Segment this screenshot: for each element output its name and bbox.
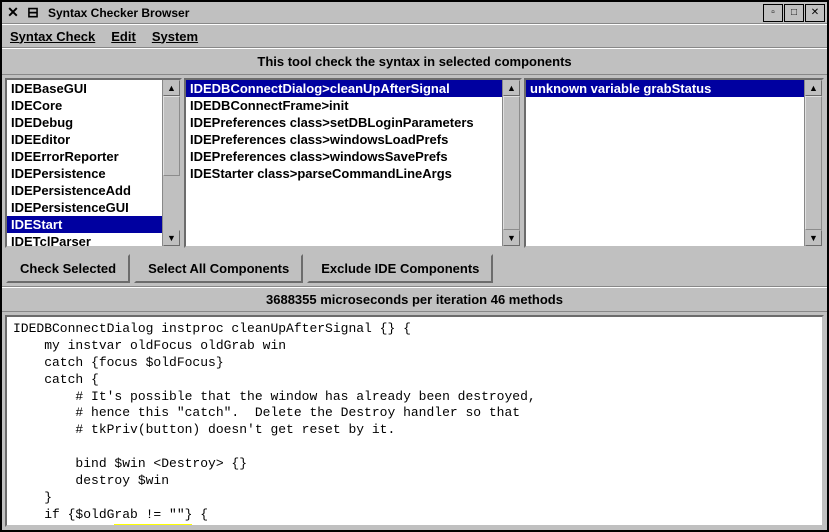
code-line: catch {focus $oldFocus} <box>13 355 224 370</box>
list-item[interactable]: IDEPersistence <box>7 165 162 182</box>
scroll-down-icon[interactable]: ▼ <box>503 230 520 246</box>
list-item[interactable]: IDEPreferences class>windowsLoadPrefs <box>186 131 502 148</box>
list-item[interactable]: IDEPreferences class>windowsSavePrefs <box>186 148 502 165</box>
highlighted-variable: grabStatus <box>114 524 192 527</box>
list-item[interactable]: IDETclParser <box>7 233 162 246</box>
scroll-thumb[interactable] <box>163 96 180 176</box>
list-item[interactable]: IDEEditor <box>7 131 162 148</box>
menu-syntax-check[interactable]: Syntax Check <box>10 29 95 44</box>
scroll-up-icon[interactable]: ▲ <box>805 80 822 96</box>
errors-listbox[interactable]: unknown variable grabStatus ▲ ▼ <box>524 78 824 248</box>
code-line: IDEDBConnectDialog instproc cleanUpAfter… <box>13 321 411 336</box>
list-item[interactable]: IDEStart <box>7 216 162 233</box>
list-item[interactable]: IDEPersistenceAdd <box>7 182 162 199</box>
code-line: if {$ <box>13 524 114 527</box>
close-button[interactable]: ✕ <box>805 4 825 22</box>
code-line: } <box>13 490 52 505</box>
three-column-area: IDEBaseGUI IDECore IDEDebug IDEEditor ID… <box>2 75 827 251</box>
select-all-button[interactable]: Select All Components <box>134 254 303 283</box>
header-label: This tool check the syntax in selected c… <box>2 48 827 75</box>
list-item[interactable]: IDEPreferences class>setDBLoginParameter… <box>186 114 502 131</box>
scroll-thumb[interactable] <box>805 96 822 230</box>
scrollbar[interactable]: ▲ ▼ <box>162 80 180 246</box>
minimize-button[interactable]: ▫ <box>763 4 783 22</box>
code-viewer[interactable]: IDEDBConnectDialog instproc cleanUpAfter… <box>5 315 824 527</box>
scroll-up-icon[interactable]: ▲ <box>163 80 180 96</box>
scrollbar[interactable]: ▲ ▼ <box>804 80 822 246</box>
code-line: if {$oldGrab != ""} { <box>13 507 208 522</box>
list-item[interactable]: unknown variable grabStatus <box>526 80 804 97</box>
exclude-ide-button[interactable]: Exclude IDE Components <box>307 254 493 283</box>
code-line: # hence this "catch". Delete the Destroy… <box>13 405 520 420</box>
code-line: my instvar oldFocus oldGrab win <box>13 338 286 353</box>
code-line: == "global"} { <box>192 524 309 527</box>
button-bar: Check Selected Select All Components Exc… <box>2 251 827 287</box>
list-item[interactable]: IDECore <box>7 97 162 114</box>
list-item[interactable]: IDEStarter class>parseCommandLineArgs <box>186 165 502 182</box>
list-item[interactable]: IDEDebug <box>7 114 162 131</box>
status-label: 3688355 microseconds per iteration 46 me… <box>2 287 827 312</box>
pin-icon[interactable]: ⊟ <box>24 4 42 22</box>
menu-system[interactable]: System <box>152 29 198 44</box>
list-item[interactable]: IDEDBConnectFrame>init <box>186 97 502 114</box>
titlebar: ✕ ⊟ Syntax Checker Browser ▫ □ ✕ <box>2 2 827 24</box>
window-title: Syntax Checker Browser <box>44 6 762 20</box>
menu-edit[interactable]: Edit <box>111 29 136 44</box>
app-window: ✕ ⊟ Syntax Checker Browser ▫ □ ✕ Syntax … <box>0 0 829 532</box>
menubar: Syntax Check Edit System <box>2 24 827 48</box>
code-line: bind $win <Destroy> {} <box>13 456 247 471</box>
scroll-thumb[interactable] <box>503 96 520 230</box>
code-line: # It's possible that the window has alre… <box>13 389 536 404</box>
code-line: destroy $win <box>13 473 169 488</box>
methods-listbox[interactable]: IDEDBConnectDialog>cleanUpAfterSignal ID… <box>184 78 522 248</box>
list-item[interactable]: IDEBaseGUI <box>7 80 162 97</box>
system-menu-icon[interactable]: ✕ <box>4 4 22 22</box>
list-item[interactable]: IDEDBConnectDialog>cleanUpAfterSignal <box>186 80 502 97</box>
list-item[interactable]: IDEPersistenceGUI <box>7 199 162 216</box>
components-listbox[interactable]: IDEBaseGUI IDECore IDEDebug IDEEditor ID… <box>5 78 182 248</box>
scrollbar[interactable]: ▲ ▼ <box>502 80 520 246</box>
maximize-button[interactable]: □ <box>784 4 804 22</box>
code-line: catch { <box>13 372 99 387</box>
scroll-down-icon[interactable]: ▼ <box>805 230 822 246</box>
scroll-up-icon[interactable]: ▲ <box>503 80 520 96</box>
check-selected-button[interactable]: Check Selected <box>6 254 130 283</box>
list-item[interactable]: IDEErrorReporter <box>7 148 162 165</box>
code-line: # tkPriv(button) doesn't get reset by it… <box>13 422 395 437</box>
scroll-down-icon[interactable]: ▼ <box>163 230 180 246</box>
